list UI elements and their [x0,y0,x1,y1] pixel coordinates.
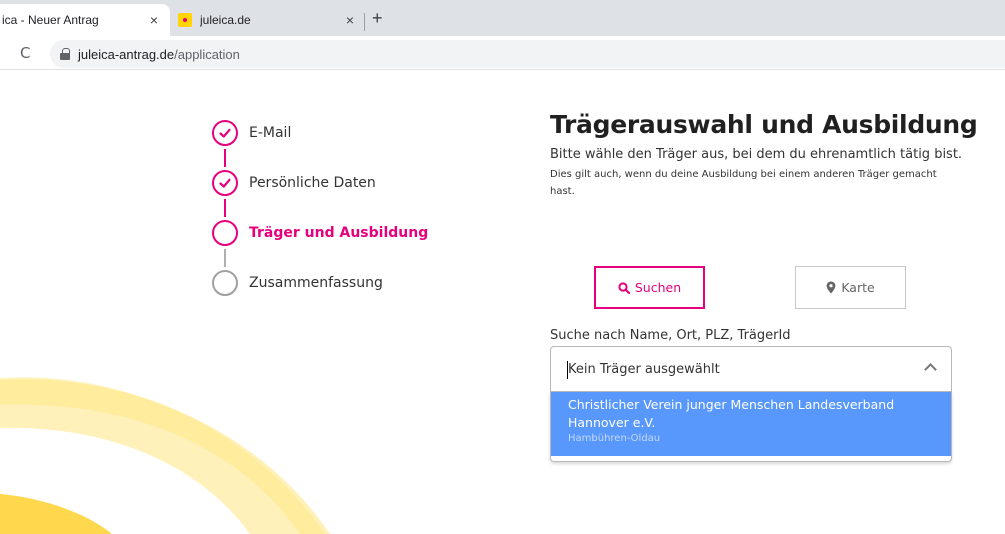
check-icon [212,170,238,196]
search-button-label: Suchen [634,280,682,295]
carrier-selection-panel: Trägerauswahl und Ausbildung Bitte wähle… [550,110,978,462]
carrier-dropdown: Christlicher Verein junger Menschen Land… [550,392,952,462]
step-personal-data[interactable]: Persönliche Daten [212,169,376,197]
step-connector [224,149,226,167]
carrier-select-value: Kein Träger ausgewählt [568,361,720,377]
map-marker-icon [826,281,836,294]
tab-close-icon[interactable]: × [144,12,164,28]
page-title: Trägerauswahl und Ausbildung [550,110,978,139]
url-host: juleica-antrag.de [78,46,175,62]
carrier-select[interactable]: Kein Träger ausgewählt [550,346,952,392]
carrier-option-place: Hambühren-Oldau [568,433,661,444]
search-button[interactable]: Suchen [594,266,705,309]
lock-icon[interactable] [60,48,70,60]
address-bar[interactable]: juleica-antrag.de/application [50,40,1005,68]
map-button[interactable]: Karte [795,266,906,309]
step-label: Träger und Ausbildung [249,225,429,241]
text-caret [567,361,568,379]
step-summary[interactable]: Zusammenfassung [212,269,383,297]
step-current-circle [212,220,238,246]
favicon-icon [178,13,192,27]
lead-text: Bitte wähle den Träger aus, bei dem du e… [550,147,963,162]
step-pending-circle [212,270,238,296]
browser-tab-juleica[interactable]: juleica.de × [170,4,366,36]
step-carrier-training[interactable]: Träger und Ausbildung [212,219,428,247]
map-button-label: Karte [841,280,875,295]
step-email[interactable]: E-Mail [212,119,291,147]
page-content: E-Mail Persönliche Daten Träger und Ausb… [0,70,1005,534]
check-icon [212,120,238,146]
tab-separator [364,13,365,31]
step-label: E-Mail [249,125,292,141]
step-connector [224,199,226,217]
search-icon [618,281,630,294]
reload-icon[interactable]: C [20,44,30,62]
hint-text: Dies gilt auch, wenn du deine Ausbildung… [550,169,937,197]
carrier-option-name: Christlicher Verein junger Menschen Land… [568,397,895,430]
step-label: Zusammenfassung [249,275,383,291]
step-connector [224,249,226,267]
chevron-up-icon[interactable] [924,363,937,376]
search-field-label: Suche nach Name, Ort, PLZ, TrägerId [550,328,791,343]
carrier-option[interactable]: Christlicher Verein junger Menschen Land… [551,392,951,456]
browser-tab-bar: ica - Neuer Antrag × juleica.de × + [0,0,1005,36]
url-path: /application [174,46,240,62]
browser-tab-active[interactable]: ica - Neuer Antrag × [0,4,170,36]
tab-title: ica - Neuer Antrag [2,13,99,27]
step-label: Persönliche Daten [249,175,376,191]
tab-close-icon[interactable]: × [340,12,360,28]
tab-title: juleica.de [200,13,251,27]
browser-toolbar: C juleica-antrag.de/application [0,36,1005,70]
new-tab-button[interactable]: + [372,8,383,29]
